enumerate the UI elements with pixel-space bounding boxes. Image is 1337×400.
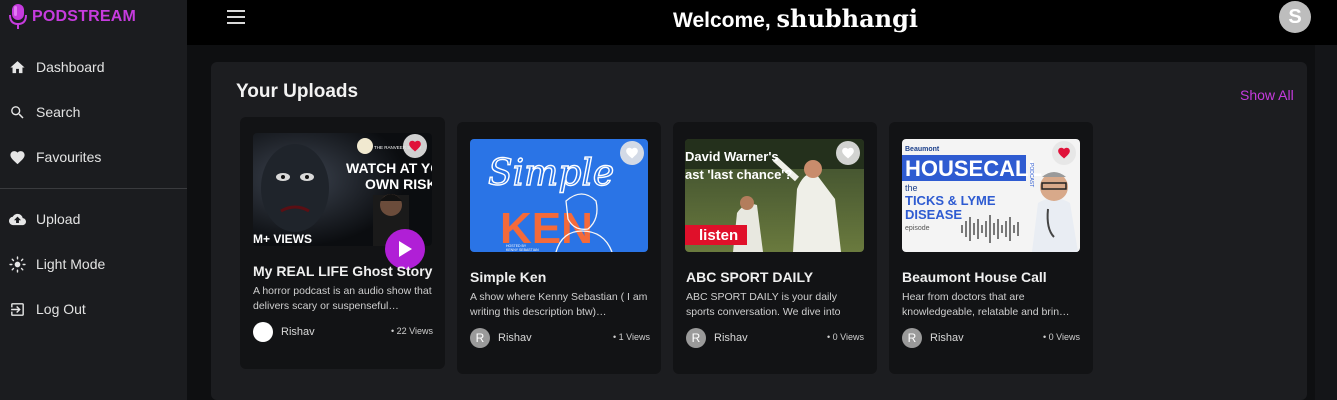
author-avatar: R [902, 328, 922, 348]
view-count: • 1 Views [613, 332, 651, 342]
podcast-title[interactable]: Simple Ken [470, 269, 546, 285]
sidebar-item-label: Upload [36, 211, 81, 227]
podcast-card[interactable]: Simple KEN HOSTED BY KENNY SEBASTIAN Sim… [457, 122, 661, 374]
view-count: • 0 Views [1043, 332, 1081, 342]
thumb-text: HOUSECALL [905, 156, 1042, 181]
thumb-text: David Warner's [685, 149, 779, 164]
welcome-heading: Welcome, shubhangi [673, 4, 918, 33]
sidebar-item-logout[interactable]: Log Out [8, 297, 86, 321]
favourite-button[interactable] [1052, 141, 1076, 165]
thumb-text: M+ VIEWS [253, 232, 312, 246]
thumb-text: KENNY SEBASTIAN [506, 248, 539, 252]
app-root: PODSTREAM Dashboard Search Favourites Up… [0, 0, 1337, 400]
cloud-upload-icon [8, 210, 26, 228]
scrollbar-track[interactable] [1315, 45, 1337, 400]
favourite-button[interactable] [836, 141, 860, 165]
podcast-card[interactable]: Beaumont HOUSECALL PODCAST the TICKS & L… [889, 122, 1093, 374]
home-icon [8, 58, 26, 76]
author-name[interactable]: Rishav [498, 332, 532, 344]
author-avatar: R [686, 328, 706, 348]
thumb-text: WATCH AT YOU [346, 160, 432, 176]
author-avatar: R [470, 328, 490, 348]
podcast-description: A show where Kenny Sebastian ( I am writ… [470, 291, 648, 318]
sidebar-item-search[interactable]: Search [8, 100, 80, 124]
thumb-text: TICKS & LYME [905, 193, 996, 208]
author-name[interactable]: Rishav [930, 332, 964, 344]
microphone-icon [9, 4, 27, 29]
podcast-description: A horror podcast is an audio show that d… [253, 285, 432, 312]
podcast-description: Hear from doctors that are knowledgeable… [902, 291, 1070, 318]
heart-icon [626, 147, 638, 159]
thumb-text: OWN RISK. [365, 176, 432, 192]
search-icon [8, 103, 26, 121]
thumb-text: Simple [488, 153, 614, 194]
sidebar-item-favourites[interactable]: Favourites [8, 145, 101, 169]
author-name[interactable]: Rishav [281, 326, 315, 338]
welcome-prefix: Welcome, [673, 9, 777, 32]
sun-icon [8, 255, 26, 273]
podcast-title[interactable]: ABC SPORT DAILY [686, 269, 813, 285]
sidebar-item-label: Dashboard [36, 59, 105, 75]
view-count: • 22 Views [391, 326, 434, 336]
thumb-text: Beaumont [905, 146, 940, 153]
thumb-text: PODCAST [1028, 163, 1034, 187]
favourite-button[interactable] [620, 141, 644, 165]
sidebar-item-label: Favourites [36, 149, 102, 165]
username: shubhangi [776, 4, 919, 33]
heart-icon [842, 147, 854, 159]
brand-name: PODSTREAM [32, 8, 137, 25]
show-all-link[interactable]: Show All [1240, 87, 1294, 103]
view-count: • 0 Views [827, 332, 865, 342]
podcast-title[interactable]: Beaumont House Call [902, 269, 1047, 285]
heart-icon [8, 148, 26, 166]
sidebar-item-dashboard[interactable]: Dashboard [8, 55, 105, 79]
sidebar: PODSTREAM Dashboard Search Favourites Up… [0, 0, 187, 400]
podcast-card[interactable]: THE RANVEER SHOW WATCH AT YOU OWN RISK. … [240, 117, 445, 369]
play-icon [399, 241, 412, 257]
podcast-title[interactable]: My REAL LIFE Ghost Story [253, 263, 432, 279]
section-title: Your Uploads [236, 81, 359, 102]
thumb-text: DISEASE [905, 207, 962, 222]
thumb-text: episode [905, 225, 930, 232]
brand-logo[interactable]: PODSTREAM [8, 2, 136, 32]
favourite-button[interactable] [403, 134, 427, 158]
author-avatar [253, 322, 273, 342]
sidebar-item-label: Search [36, 104, 81, 120]
sidebar-item-light-mode[interactable]: Light Mode [8, 252, 105, 276]
podcast-card[interactable]: David Warner's ast 'last chance'? listen… [673, 122, 877, 374]
heart-icon [409, 140, 421, 152]
podcast-description: ABC SPORT DAILY is your daily sports con… [686, 291, 841, 318]
thumb-text: the [905, 183, 918, 193]
user-avatar[interactable]: S [1279, 1, 1311, 33]
thumb-text: listen [699, 227, 738, 244]
logout-icon [8, 300, 26, 318]
hamburger-menu-icon[interactable] [227, 10, 245, 24]
thumb-text: ast 'last chance'? [685, 167, 792, 182]
top-header: Welcome, shubhangi S [187, 0, 1337, 45]
author-name[interactable]: Rishav [714, 332, 748, 344]
sidebar-item-upload[interactable]: Upload [8, 207, 80, 231]
heart-icon [1058, 147, 1070, 159]
sidebar-divider [0, 188, 187, 189]
sidebar-item-label: Log Out [36, 301, 86, 317]
sidebar-item-label: Light Mode [36, 256, 106, 272]
